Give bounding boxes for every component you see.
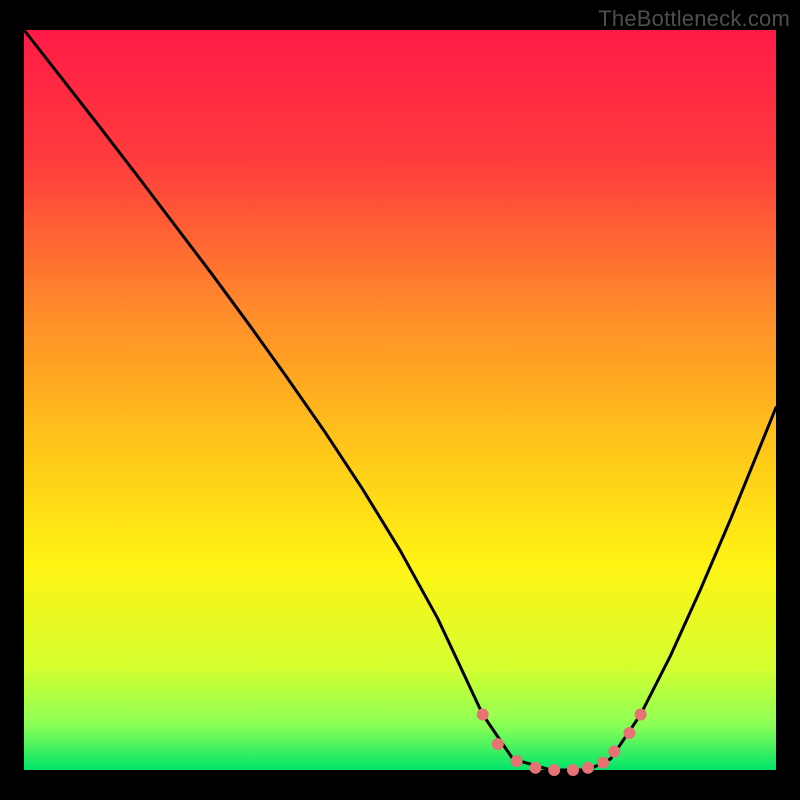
optimum-marker bbox=[597, 757, 609, 769]
optimum-marker bbox=[567, 764, 579, 776]
optimum-marker bbox=[635, 709, 647, 721]
gradient-background bbox=[24, 30, 776, 770]
optimum-marker bbox=[623, 727, 635, 739]
bottleneck-chart bbox=[0, 0, 800, 800]
optimum-marker bbox=[511, 755, 523, 767]
optimum-marker bbox=[548, 764, 560, 776]
optimum-marker bbox=[477, 709, 489, 721]
chart-container: TheBottleneck.com bbox=[0, 0, 800, 800]
optimum-marker bbox=[492, 738, 504, 750]
optimum-marker bbox=[608, 746, 620, 758]
optimum-marker bbox=[529, 762, 541, 774]
optimum-marker bbox=[582, 762, 594, 774]
watermark-text: TheBottleneck.com bbox=[598, 6, 790, 32]
